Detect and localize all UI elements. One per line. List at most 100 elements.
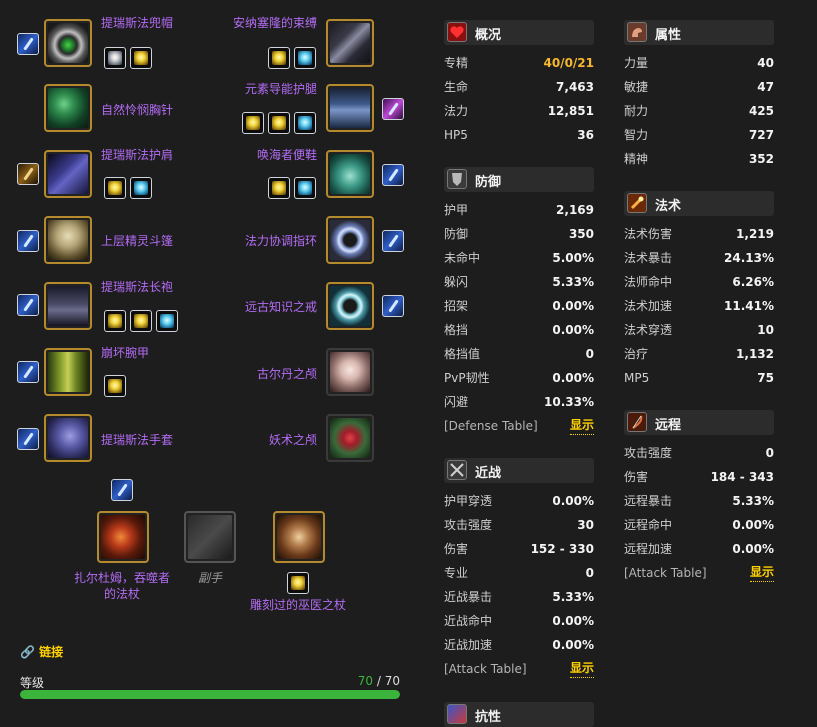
back-item-name[interactable]: 上层精灵斗篷 [101,233,173,249]
stat-value: 47 [757,80,774,94]
feet-slot[interactable] [326,150,374,198]
blue-gem-icon[interactable] [130,177,152,199]
enchant-icon[interactable] [17,33,39,55]
trinket1-item-name[interactable]: 古尔丹之颅 [257,366,317,382]
stat-label: 攻击强度 [444,518,493,532]
yellow-gem-icon[interactable] [104,375,126,397]
offhand-slot[interactable] [184,511,236,563]
ring1-item-name[interactable]: 法力协调指环 [245,233,317,249]
melee-show-link[interactable]: 显示 [569,660,594,678]
ranged-show-link[interactable]: 显示 [749,564,774,582]
stat-label: 耐力 [624,104,649,118]
stat-label: 远程加速 [624,542,673,556]
yellow-gem-icon[interactable] [268,177,290,199]
trinket1-slot[interactable] [326,348,374,396]
hands-slot[interactable] [44,414,92,462]
enchant-icon[interactable] [382,230,404,252]
stat-label: 法力 [444,104,469,118]
stat-row: 近战加速 0.00% [444,633,594,657]
wand-icon [627,193,647,213]
legs-item-name[interactable]: 元素导能护腿 [245,81,317,97]
waist-slot[interactable] [326,19,374,67]
hands-item-name[interactable]: 提瑞斯法手套 [101,432,173,448]
enchant-icon[interactable] [17,230,39,252]
stat-row: 未命中 5.00% [444,246,594,270]
stat-row: 远程暴击 5.33% [624,489,774,513]
trinket2-slot[interactable] [326,414,374,462]
blue-gem-icon[interactable] [294,47,316,69]
defense-header: 防御 [444,167,594,192]
neck-slot[interactable] [44,84,92,132]
level-label: 等级 [20,676,45,690]
shoulder-slot[interactable] [44,150,92,198]
stat-value: 152 - 330 [530,542,594,556]
stat-row: 防御 350 [444,222,594,246]
stat-label: 攻击强度 [624,446,673,460]
yellow-gem-icon[interactable] [287,572,309,594]
ring2-slot[interactable] [326,282,374,330]
stat-row: 法术伤害 1,219 [624,222,774,246]
enchant-icon[interactable] [111,479,133,501]
spell-title: 法术 [655,199,682,214]
yellow-gem-icon[interactable] [104,310,126,332]
chest-item-name[interactable]: 提瑞斯法长袍 [101,279,173,295]
enchant-icon[interactable] [382,295,404,317]
stat-label: 防御 [444,227,469,241]
blue-gem-icon[interactable] [294,112,316,134]
back-slot[interactable] [44,216,92,264]
defense-table-row: [Defense Table] 显示 [444,414,594,438]
ranged-table-label: [Attack Table] [624,566,707,580]
enchant-icon[interactable] [382,98,404,120]
stat-label: 智力 [624,128,649,142]
stat-value: 6.26% [732,275,774,289]
chest-slot[interactable] [44,282,92,330]
neck-item-name[interactable]: 自然怜悯胸针 [101,102,173,118]
yellow-gem-icon[interactable] [130,310,152,332]
enchant-icon[interactable] [17,361,39,383]
blue-gem-icon[interactable] [294,177,316,199]
defense-show-link[interactable]: 显示 [569,417,594,435]
enchant-icon[interactable] [17,428,39,450]
blue-gem-icon[interactable] [156,310,178,332]
yellow-gem-icon[interactable] [242,112,264,134]
enchant-icon[interactable] [17,294,39,316]
stat-row: 格挡 0.00% [444,318,594,342]
legs-slot[interactable] [326,84,374,132]
stat-value: 0.00% [552,299,594,313]
melee-table-row: [Attack Table] 显示 [444,657,594,681]
stat-value: 2,169 [556,203,594,217]
stat-row: 法力 12,851 [444,99,594,123]
wrist-slot[interactable] [44,348,92,396]
trinket2-item-name[interactable]: 妖术之颅 [269,432,317,448]
stat-row: 攻击强度 0 [624,441,774,465]
feet-item-name[interactable]: 唤海者便鞋 [257,147,317,163]
stat-value: 1,219 [736,227,774,241]
yellow-gem-icon[interactable] [268,47,290,69]
head-item-name[interactable]: 提瑞斯法兜帽 [101,15,173,31]
yellow-gem-icon[interactable] [104,177,126,199]
yellow-gem-icon[interactable] [130,47,152,69]
stat-row: 法术加速 11.41% [624,294,774,318]
stat-label: 专精 [444,56,469,70]
stat-label: 远程命中 [624,518,673,532]
stat-label: 法师命中 [624,275,673,289]
link-button[interactable]: 🔗 链接 [20,643,63,660]
overview-header: 概况 [444,20,594,45]
mainhand-item-name[interactable]: 扎尔杜姆，吞噬者的法杖 [72,570,172,602]
stat-label: 近战加速 [444,638,493,652]
meta-gem-icon[interactable] [104,47,126,69]
head-slot[interactable] [44,19,92,67]
ranged-item-name[interactable]: 雕刻过的巫医之杖 [248,597,348,613]
mainhand-slot[interactable] [97,511,149,563]
enchant-icon[interactable] [17,163,39,185]
waist-item-name[interactable]: 安纳塞隆的束缚 [233,15,317,31]
shoulder-item-name[interactable]: 提瑞斯法护肩 [101,147,173,163]
enchant-icon[interactable] [382,164,404,186]
ranged-slot[interactable] [273,511,325,563]
wrist-item-name[interactable]: 崩坏腕甲 [101,345,149,361]
yellow-gem-icon[interactable] [268,112,290,134]
stat-row: HP5 36 [444,123,594,147]
stat-value: 0.00% [552,614,594,628]
ring1-slot[interactable] [326,216,374,264]
ring2-item-name[interactable]: 远古知识之戒 [245,299,317,315]
